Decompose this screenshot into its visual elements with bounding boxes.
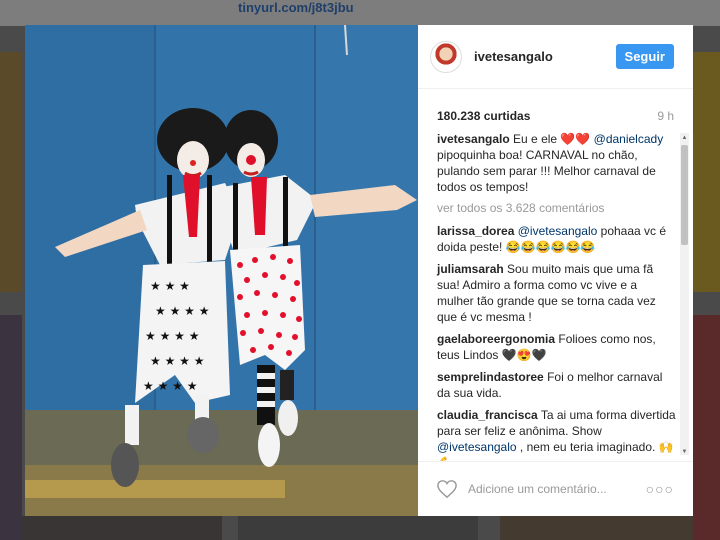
post-side-panel: ivetesangalo Seguir 180.238 curtidas 9 h… xyxy=(418,25,693,516)
heart-icon[interactable] xyxy=(436,479,458,499)
background-header xyxy=(0,0,720,26)
comment-text: Eu e ele ❤️❤️ xyxy=(513,132,594,146)
post-photo-image: ★ ★ ★ ★ ★ ★ ★ ★ ★ ★ ★ ★ ★ ★ ★ ★ ★ ★ ★ xyxy=(25,25,418,516)
scroll-up-arrow-icon[interactable]: ▲ xyxy=(680,133,689,143)
follow-button[interactable]: Seguir xyxy=(615,44,674,69)
comment-input[interactable] xyxy=(468,482,646,496)
more-options-icon[interactable]: ○○○ xyxy=(646,481,674,497)
svg-text:★ ★ ★ ★: ★ ★ ★ ★ xyxy=(145,329,199,343)
svg-text:★ ★ ★ ★: ★ ★ ★ ★ xyxy=(150,354,204,368)
post-modal: ★ ★ ★ ★ ★ ★ ★ ★ ★ ★ ★ ★ ★ ★ ★ ★ ★ ★ ★ iv… xyxy=(25,25,693,516)
comment-username[interactable]: claudia_francisca xyxy=(437,408,538,422)
likes-count[interactable]: 180.238 curtidas xyxy=(437,109,530,123)
svg-text:★ ★ ★ ★: ★ ★ ★ ★ xyxy=(155,304,209,318)
post-time: 9 h xyxy=(657,109,674,123)
scroll-down-arrow-icon[interactable]: ▼ xyxy=(680,447,689,457)
comment-mention[interactable]: @danielcady xyxy=(594,132,664,146)
post-header: ivetesangalo Seguir xyxy=(418,25,693,89)
view-all-comments-link[interactable]: ver todos os 3.628 comentários xyxy=(437,201,678,215)
svg-text:★ ★ ★ ★: ★ ★ ★ ★ xyxy=(143,379,197,393)
post-meta: 180.238 curtidas 9 h xyxy=(418,89,693,127)
comment-username[interactable]: juliamsarah xyxy=(437,262,504,276)
background-thumbnail[interactable] xyxy=(693,52,720,292)
background-thumbnail[interactable] xyxy=(693,315,720,540)
post-footer: ○○○ xyxy=(418,461,693,516)
list-item: gaelaboreergonomia Folioes como nos, teu… xyxy=(437,331,678,363)
comment-username[interactable]: semprelindastoree xyxy=(437,370,544,384)
svg-text:★ ★ ★: ★ ★ ★ xyxy=(150,279,190,293)
list-item: claudia_francisca Ta ai uma forma divert… xyxy=(437,407,678,461)
scrollbar-thumb[interactable] xyxy=(681,145,688,245)
background-thumbnail[interactable] xyxy=(22,516,222,540)
post-username[interactable]: ivetesangalo xyxy=(474,49,616,64)
background-thumbnail[interactable] xyxy=(500,516,693,540)
background-thumbnail[interactable] xyxy=(0,52,22,292)
background-thumbnail[interactable] xyxy=(0,315,22,540)
list-item: larissa_dorea @ivetesangalo pohaaa vc é … xyxy=(437,223,678,255)
comments-list[interactable]: ivetesangalo Eu e ele ❤️❤️ @danielcady p… xyxy=(418,131,693,461)
post-photo[interactable]: ★ ★ ★ ★ ★ ★ ★ ★ ★ ★ ★ ★ ★ ★ ★ ★ ★ ★ ★ xyxy=(25,25,418,516)
comment-username[interactable]: gaelaboreergonomia xyxy=(437,332,555,346)
comment-username[interactable]: ivetesangalo xyxy=(437,132,510,146)
comment-mention[interactable]: @ivetesangalo xyxy=(437,440,517,454)
background-link[interactable]: tinyurl.com/j8t3jbu xyxy=(238,0,354,15)
comment-text: pipoquinha boa! CARNAVAL no chão, puland… xyxy=(437,148,656,194)
avatar[interactable] xyxy=(430,40,462,73)
background-thumbnail[interactable] xyxy=(238,516,478,540)
list-item: semprelindastoree Foi o melhor carnaval … xyxy=(437,369,678,401)
caption: ivetesangalo Eu e ele ❤️❤️ @danielcady p… xyxy=(437,131,678,195)
list-item: juliamsarah Sou muito mais que uma fã su… xyxy=(437,261,678,325)
comment-username[interactable]: larissa_dorea xyxy=(437,224,514,238)
comment-mention[interactable]: @ivetesangalo xyxy=(518,224,598,238)
